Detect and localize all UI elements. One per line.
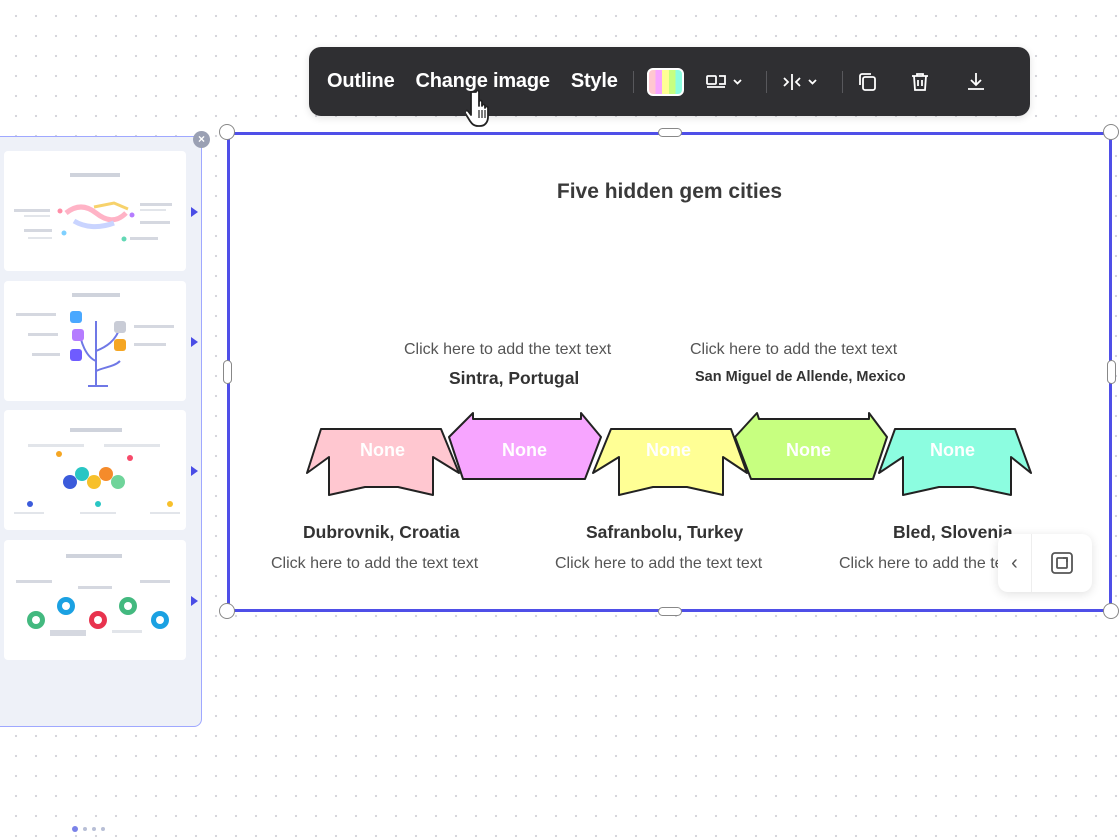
toolbar-divider — [765, 70, 767, 93]
item-city[interactable]: Safranbolu, Turkey — [586, 522, 743, 543]
shape-label[interactable]: None — [360, 440, 405, 461]
hand-cursor-icon — [466, 89, 489, 127]
resize-handle-top-right[interactable] — [1103, 124, 1119, 140]
item-hint[interactable]: Click here to add the text text — [271, 555, 478, 573]
arrow-shape-3 — [592, 428, 748, 496]
thumbnail-handshake[interactable] — [4, 151, 186, 271]
resize-handle-bottom-right[interactable] — [1103, 603, 1119, 619]
item-hint[interactable]: Click here to add the text text — [690, 341, 897, 359]
thumbnail-arrow-icon — [191, 337, 198, 347]
thumbnail-tree[interactable] — [4, 281, 186, 401]
duplicate-icon[interactable] — [856, 70, 880, 94]
thumbnail-hexagon[interactable] — [4, 410, 186, 530]
thumbnail-arrow-icon — [191, 466, 198, 476]
floating-controls: ‹ — [998, 534, 1092, 592]
thumbnail-arrow-icon — [191, 596, 198, 606]
resize-handle-right[interactable] — [1107, 360, 1116, 384]
item-hint[interactable]: Click here to add the text text — [839, 555, 999, 573]
outline-button[interactable]: Outline — [327, 70, 395, 93]
item-city[interactable]: San Miguel de Allende, Mexico — [695, 369, 906, 385]
trash-icon[interactable] — [908, 70, 932, 94]
shape-label[interactable]: None — [786, 440, 831, 461]
template-panel — [0, 136, 202, 832]
collapse-chevron-icon[interactable]: ‹ — [998, 534, 1032, 592]
shape-label[interactable]: None — [502, 440, 547, 461]
item-hint[interactable]: Click here to add the text text — [404, 341, 611, 359]
resize-handle-top[interactable] — [658, 128, 682, 137]
resize-handle-bottom-left[interactable] — [219, 603, 235, 619]
resize-handle-top-left[interactable] — [219, 124, 235, 140]
resize-handle-bottom[interactable] — [658, 607, 682, 616]
thumbnail-arrow-icon — [191, 207, 198, 217]
layout-icon[interactable] — [704, 70, 746, 94]
thumbnail-circles[interactable] — [4, 540, 186, 660]
style-button[interactable]: Style — [571, 70, 618, 93]
color-swatch-icon[interactable] — [646, 67, 684, 96]
resize-handle-left[interactable] — [223, 360, 232, 384]
arrow-shape-1 — [306, 428, 460, 496]
item-city[interactable]: Sintra, Portugal — [449, 368, 579, 389]
item-city[interactable]: Dubrovnik, Croatia — [303, 522, 460, 543]
item-city[interactable]: Bled, Slovenia — [893, 522, 1013, 543]
item-hint[interactable]: Click here to add the text text — [555, 555, 762, 573]
toolbar-divider — [632, 70, 634, 93]
fit-screen-icon[interactable] — [1032, 550, 1092, 576]
close-panel-icon[interactable]: × — [193, 131, 210, 148]
shape-toolbar: Outline Change image Style — [309, 47, 1030, 116]
toolbar-divider — [841, 70, 843, 93]
download-icon[interactable] — [964, 70, 988, 94]
mirror-icon[interactable] — [780, 70, 822, 94]
slide-title[interactable]: Five hidden gem cities — [230, 180, 1109, 204]
shape-label[interactable]: None — [930, 440, 975, 461]
panel-pagination[interactable] — [72, 826, 105, 832]
infographic-canvas[interactable]: Five hidden gem cities Click here to add… — [227, 132, 1112, 612]
shape-label[interactable]: None — [646, 440, 691, 461]
arrow-shape-5 — [878, 428, 1032, 496]
